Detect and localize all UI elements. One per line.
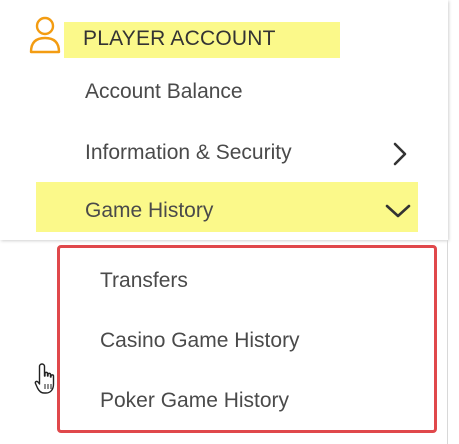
chevron-right-icon[interactable] [390,141,410,167]
menu-item-account-balance[interactable]: Account Balance [0,72,448,112]
submenu-item-transfers[interactable]: Transfers [100,269,188,293]
submenu-item-casino-game-history[interactable]: Casino Game History [100,329,300,353]
hand-pointer-icon [34,363,55,394]
game-history-submenu: Transfers Casino Game History Poker Game… [57,245,437,433]
menu-item-label: Information & Security [85,141,292,164]
menu-item-game-history[interactable]: Game History [0,191,448,231]
chevron-down-icon[interactable] [384,201,412,221]
menu-item-label: Game History [85,199,214,222]
account-menu-panel: PLAYER ACCOUNT Account Balance Informati… [0,0,448,240]
menu-header-title: PLAYER ACCOUNT [83,27,276,50]
panel-divider [447,240,448,444]
submenu-item-poker-game-history[interactable]: Poker Game History [100,389,289,413]
menu-item-label: Account Balance [85,80,243,103]
user-icon [29,16,61,54]
menu-item-information-security[interactable]: Information & Security [0,133,448,173]
